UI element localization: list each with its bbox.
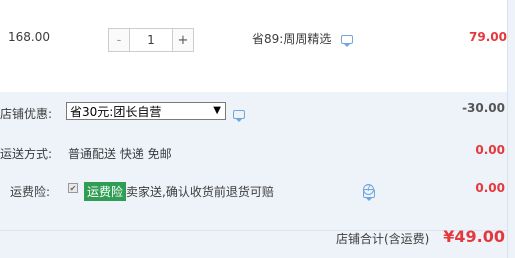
decrease-quantity-button[interactable]: - xyxy=(109,29,130,51)
shipping-amount: 0.00 xyxy=(475,143,505,157)
shop-discount-amount: -30.00 xyxy=(462,101,505,115)
quantity-stepper: - 1 + xyxy=(108,28,194,52)
chat-icon[interactable] xyxy=(233,110,245,122)
quantity-input[interactable]: 1 xyxy=(130,29,172,51)
insurance-badge: 运费险 xyxy=(84,182,127,201)
shipping-method: 普通配送 快递 免邮 xyxy=(68,147,172,161)
shop-total-amount: ¥49.00 xyxy=(443,227,505,246)
help-icon[interactable]: ? xyxy=(363,184,374,195)
item-subtotal: 79.00 xyxy=(469,30,507,44)
shipping-label: 运送方式: xyxy=(0,147,53,161)
divider xyxy=(0,230,507,231)
insurance-amount: 0.00 xyxy=(475,181,505,195)
chevron-down-icon: ▼ xyxy=(213,105,221,116)
increase-quantity-button[interactable]: + xyxy=(172,29,193,51)
item-promotion: 省89:周周精选 xyxy=(252,30,354,47)
promotion-text: 省89:周周精选 xyxy=(252,32,332,46)
insurance-checkbox[interactable]: ✔ xyxy=(68,183,78,193)
shop-discount-label: 店铺优惠: xyxy=(0,107,53,121)
insurance-description: 卖家送,确认收货前退货可赔 xyxy=(126,185,274,199)
insurance-label: 运费险: xyxy=(10,185,51,199)
chat-icon[interactable] xyxy=(341,35,354,47)
shop-total-label: 店铺合计(含运费) xyxy=(336,232,430,246)
right-edge-panel xyxy=(507,0,515,258)
item-unit-price: 168.00 xyxy=(8,30,50,44)
shop-discount-select[interactable]: 省30元:团长自营 ▼ xyxy=(66,102,226,120)
shop-discount-selected: 省30元:团长自营 xyxy=(70,104,162,119)
